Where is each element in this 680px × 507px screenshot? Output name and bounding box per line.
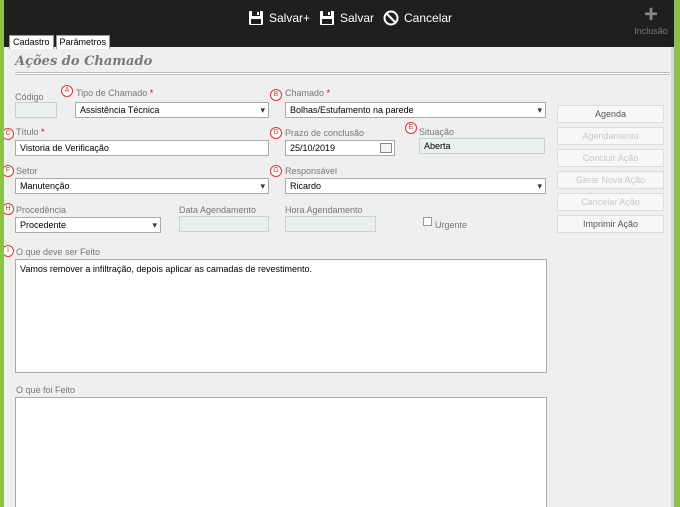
marker-c: C — [4, 128, 14, 140]
right-rail — [671, 47, 674, 507]
tab-cadastro[interactable]: Cadastro — [9, 35, 54, 49]
prazo-label: Prazo de conclusão — [285, 128, 365, 138]
setor-label: Setor — [16, 166, 38, 176]
procedencia-label: Procedência — [16, 205, 67, 215]
codigo-label: Código — [15, 92, 44, 102]
responsavel-select[interactable]: Ricardo — [285, 178, 546, 194]
inclusao-label: Inclusão — [634, 26, 668, 36]
situacao-label: Situação — [419, 127, 455, 137]
prazo-value: 25/10/2019 — [290, 143, 336, 153]
tipo-chamado-label: Tipo de Chamado * — [76, 88, 154, 98]
marker-b: B — [270, 89, 282, 101]
codigo-field[interactable] — [15, 102, 57, 118]
hora-agendamento-field — [285, 216, 376, 232]
cancelar-acao-button[interactable]: Cancelar Ação — [557, 193, 664, 211]
gerar-nova-acao-button[interactable]: Gerar Nova Ação — [557, 171, 664, 189]
chamado-label: Chamado * — [285, 88, 331, 98]
imprimir-acao-button[interactable]: Imprimir Ação — [557, 215, 664, 233]
salvar-button[interactable]: Salvar — [319, 9, 374, 27]
responsavel-label: Responsável — [285, 166, 338, 176]
tipo-chamado-select[interactable]: Assistência Técnica — [75, 102, 269, 118]
o-que-foi-label: O que foi Feito — [16, 385, 76, 395]
marker-i: I — [4, 245, 14, 257]
urgente-label: Urgente — [435, 220, 468, 230]
app-frame: Salvar+ Salvar Cancelar + Inclusão Cadas… — [4, 0, 674, 507]
titulo-input[interactable]: Vistoria de Verificação — [15, 140, 269, 156]
section-divider — [15, 72, 670, 75]
marker-g: G — [270, 165, 282, 177]
salvar-plus-label: Salvar+ — [269, 11, 311, 25]
cancelar-label: Cancelar — [404, 11, 453, 25]
save-icon — [320, 11, 334, 25]
o-que-deve-label: O que deve ser Feito — [16, 247, 101, 257]
prazo-input[interactable]: 25/10/2019 — [285, 140, 395, 156]
save-icon — [249, 11, 263, 25]
o-que-foi-textarea[interactable] — [15, 397, 547, 507]
section-title: Ações do Chamado — [15, 54, 153, 69]
salvar-plus-button[interactable]: Salvar+ — [248, 9, 310, 27]
marker-a: A — [61, 85, 73, 97]
agendamento-button[interactable]: Agendamento — [557, 127, 664, 145]
plus-icon: + — [643, 1, 658, 28]
tab-bar: Cadastro Parâmetros — [9, 35, 112, 49]
marker-e: E — [405, 122, 417, 134]
salvar-label: Salvar — [340, 11, 375, 25]
inclusao-button[interactable]: + Inclusão — [634, 1, 668, 37]
chamado-select[interactable]: Bolhas/Estufamento na parede — [285, 102, 546, 118]
marker-h: H — [4, 203, 14, 215]
titulo-label: Título * — [16, 127, 45, 137]
marker-d: D — [270, 127, 282, 139]
hora-agendamento-label: Hora Agendamento — [285, 205, 363, 215]
urgente-checkbox[interactable] — [423, 217, 432, 226]
cancelar-button[interactable]: Cancelar — [383, 9, 452, 27]
o-que-deve-textarea[interactable]: Vamos remover a infiltração, depois apli… — [15, 259, 547, 373]
data-agendamento-label: Data Agendamento — [179, 205, 257, 215]
data-agendamento-field — [179, 216, 269, 232]
agenda-button[interactable]: Agenda — [557, 105, 664, 123]
cancel-icon — [383, 10, 399, 26]
marker-f: F — [4, 165, 14, 177]
situacao-field: Aberta — [419, 138, 545, 154]
setor-select[interactable]: Manutenção — [15, 178, 269, 194]
tab-parametros[interactable]: Parâmetros — [55, 35, 111, 49]
procedencia-select[interactable]: Procedente — [15, 217, 161, 233]
calendar-icon[interactable] — [380, 143, 392, 153]
concluir-acao-button[interactable]: Concluir Ação — [557, 149, 664, 167]
